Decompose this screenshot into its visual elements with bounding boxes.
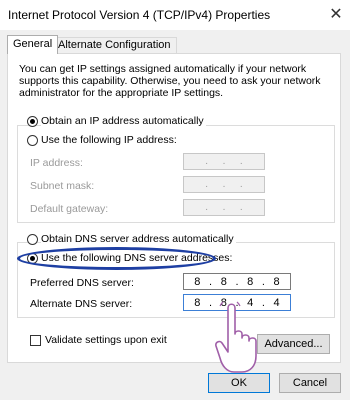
- tab-general[interactable]: General: [7, 35, 59, 54]
- alternate-dns-label: Alternate DNS server:: [30, 298, 133, 310]
- alternate-dns-octet: 8: [194, 296, 201, 309]
- subnet-mask-label: Subnet mask:: [30, 180, 95, 192]
- cancel-button[interactable]: Cancel: [279, 373, 341, 393]
- subnet-mask-field: ...: [183, 176, 265, 193]
- default-gateway-label: Default gateway:: [30, 203, 109, 215]
- obtain-dns-auto-label[interactable]: Obtain DNS server address automatically: [41, 233, 236, 245]
- preferred-dns-octet: 8: [247, 275, 254, 288]
- intro-text: You can get IP settings assigned automat…: [19, 63, 321, 99]
- window-title: Internet Protocol Version 4 (TCP/IPv4) P…: [8, 8, 271, 22]
- selection-highlight-ellipse: [17, 247, 216, 270]
- preferred-dns-octet: 8: [194, 275, 201, 288]
- ip-address-label: IP address:: [30, 157, 83, 169]
- preferred-dns-field[interactable]: 8. 8. 8. 8: [183, 273, 291, 290]
- close-icon[interactable]: ✕: [326, 5, 346, 25]
- use-following-ip-radio[interactable]: [27, 135, 38, 146]
- ip-address-field: ...: [183, 153, 265, 170]
- validate-checkbox[interactable]: [30, 335, 41, 346]
- default-gateway-field: ...: [183, 199, 265, 216]
- alternate-dns-octet: 4: [273, 296, 280, 309]
- hand-pointer-icon: [215, 301, 257, 373]
- use-following-ip-label[interactable]: Use the following IP address:: [41, 134, 179, 146]
- tab-alternate-configuration[interactable]: Alternate Configuration: [52, 37, 177, 53]
- obtain-ip-auto-radio[interactable]: [27, 116, 38, 127]
- preferred-dns-label: Preferred DNS server:: [30, 277, 134, 289]
- obtain-dns-auto-radio[interactable]: [27, 234, 38, 245]
- obtain-ip-auto-label[interactable]: Obtain an IP address automatically: [41, 115, 206, 127]
- preferred-dns-octet: 8: [273, 275, 280, 288]
- preferred-dns-octet: 8: [220, 275, 227, 288]
- validate-label[interactable]: Validate settings upon exit: [45, 334, 167, 346]
